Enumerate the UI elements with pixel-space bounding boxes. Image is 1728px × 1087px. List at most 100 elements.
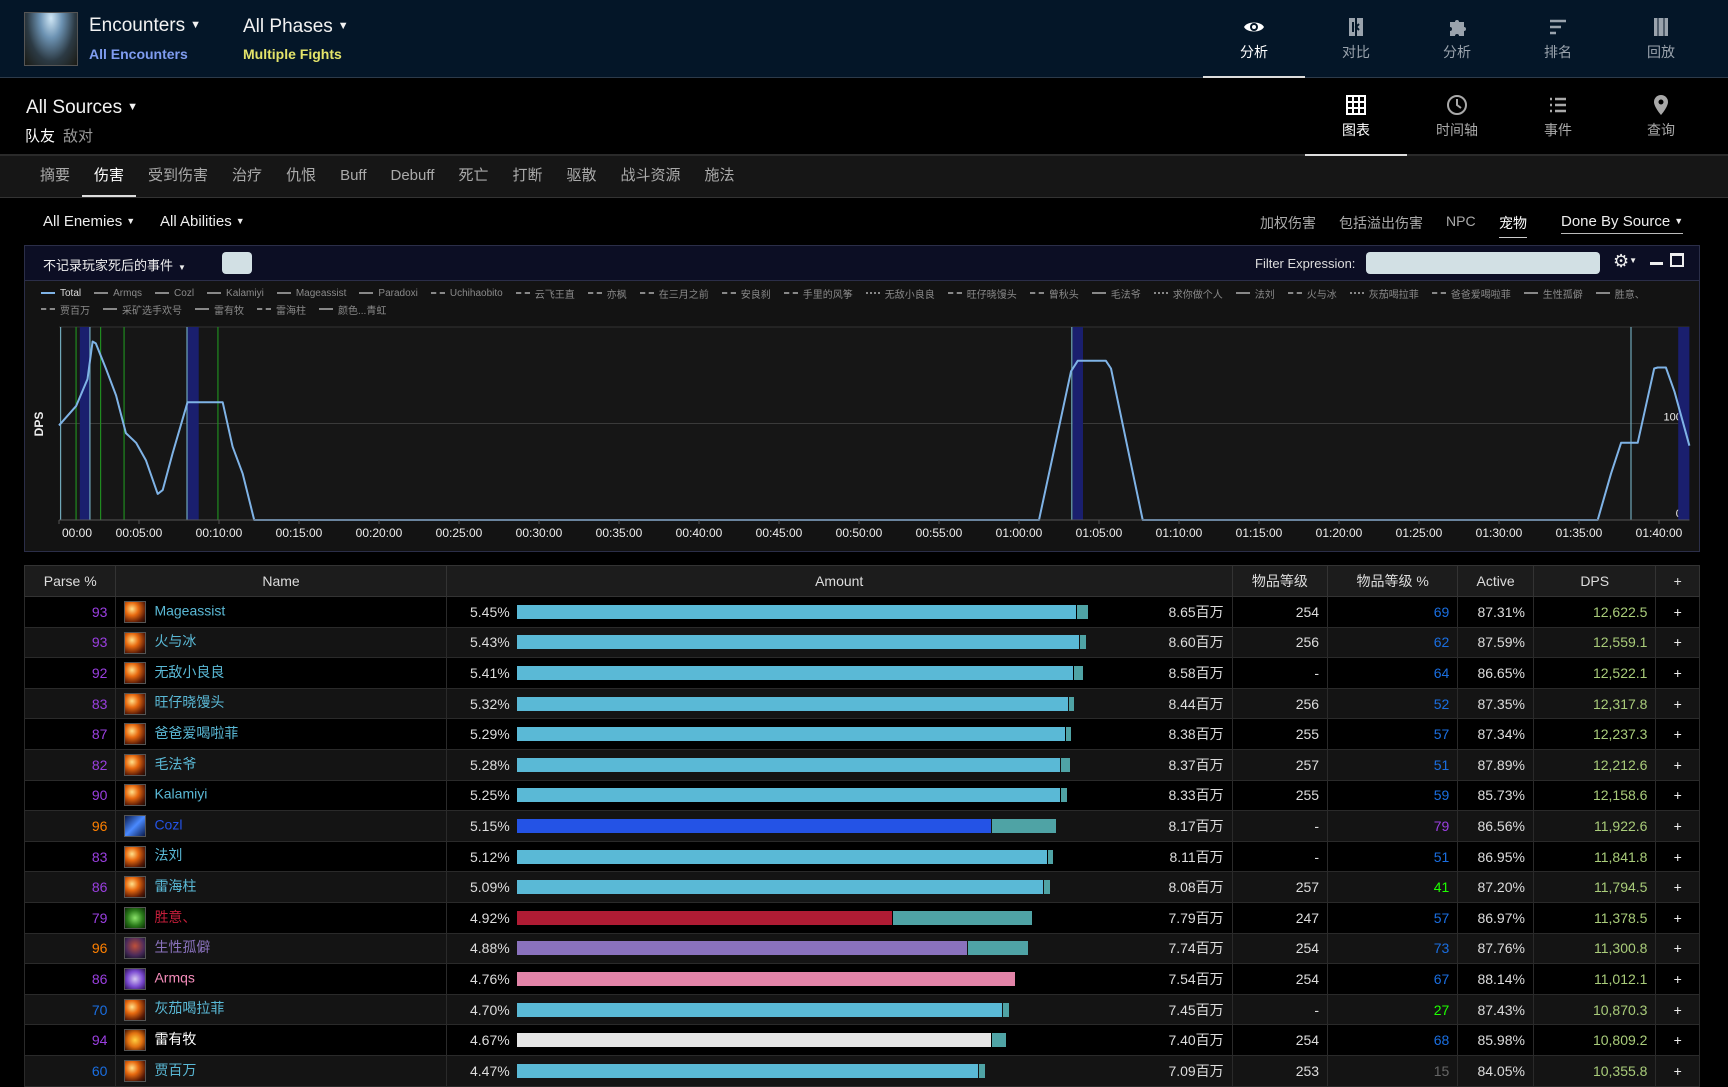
tab-1[interactable]: 伤害 xyxy=(82,156,137,197)
name-cell[interactable]: 灰茄喝拉菲 xyxy=(115,993,447,1026)
table-row[interactable]: 92 无敌小良良 5.41% 8.58百万 -64 86.65% 12,522.1 + xyxy=(23,657,1700,689)
table-row[interactable]: 90 Kalamiyi 5.25% 8.33百万 255 59 85.73% 12,158.6… xyxy=(23,779,1700,812)
expand-button[interactable]: + xyxy=(1655,779,1700,812)
expand-button[interactable]: + xyxy=(1655,748,1700,781)
tab-10[interactable]: 战斗资源 xyxy=(608,156,692,197)
option-toggle-1[interactable]: 包括溢出伤害 xyxy=(1339,213,1423,233)
tab-3[interactable]: 治疗 xyxy=(220,156,274,197)
table-row[interactable]: 70 灰茄喝拉菲 4.70% 7.45百万 -27 87.43% 10,870.3 + xyxy=(23,993,1700,1026)
name-cell[interactable]: 生性孤僻 xyxy=(115,932,447,965)
dps-chart[interactable]: 0k100k00:0000:05:0000:10:0000:15:0000:20… xyxy=(25,246,1701,553)
expand-button[interactable]: + xyxy=(1655,626,1700,659)
player-name[interactable]: 雷有牧 xyxy=(154,1031,196,1047)
expand-button[interactable]: + xyxy=(1655,657,1700,689)
player-name[interactable]: Kalamiyi xyxy=(154,786,207,802)
expand-button[interactable]: + xyxy=(1655,871,1700,903)
expand-button[interactable]: + xyxy=(1655,810,1700,842)
player-name[interactable]: 毛法爷 xyxy=(154,756,196,772)
expand-button[interactable]: + xyxy=(1655,901,1700,934)
tab-7[interactable]: 死亡 xyxy=(446,156,500,197)
name-cell[interactable]: 雷海柱 xyxy=(115,871,447,903)
name-cell[interactable]: 无敌小良良 xyxy=(115,657,447,689)
table-row[interactable]: 60 贾百万 4.47% 7.09百万 253 15 84.05% 10,355.8 + xyxy=(23,1054,1700,1087)
table-row[interactable]: 86 雷海柱 5.09% 8.08百万 257 41 87.20% 11,794.5 + xyxy=(23,871,1700,903)
player-name[interactable]: 爸爸爱喝啦菲 xyxy=(154,725,238,741)
name-cell[interactable]: 雷有牧 xyxy=(115,1024,447,1056)
column-header-6[interactable]: DPS xyxy=(1532,565,1657,597)
player-name[interactable]: 生性孤僻 xyxy=(154,939,210,955)
name-cell[interactable]: Cozl xyxy=(115,810,447,842)
name-cell[interactable]: 法刘 xyxy=(115,840,447,873)
nav-sort[interactable]: 排名 xyxy=(1507,0,1609,78)
column-header-1[interactable]: Name xyxy=(115,565,447,597)
expand-button[interactable]: + xyxy=(1655,596,1700,628)
player-name[interactable]: 法刘 xyxy=(154,847,182,863)
nav-puzzle[interactable]: 分析 xyxy=(1406,0,1508,78)
option-toggle-0[interactable]: 加权伤害 xyxy=(1260,213,1316,233)
player-name[interactable]: 雷海柱 xyxy=(154,878,196,894)
column-header-7[interactable]: + xyxy=(1655,565,1700,597)
column-header-2[interactable]: Amount xyxy=(445,565,1233,597)
table-row[interactable]: 79 胜意、 4.92% 7.79百万 247 57 86.97% 11,378.5 + xyxy=(23,901,1700,934)
name-cell[interactable]: Mageassist xyxy=(115,596,447,628)
player-name[interactable]: Armqs xyxy=(154,970,194,986)
abilities-dropdown[interactable]: All Abilities ▼ xyxy=(160,213,245,230)
enemies-dropdown[interactable]: All Enemies ▼ xyxy=(43,213,135,230)
phases-dropdown[interactable]: All Phases ▼ xyxy=(243,16,349,38)
encounters-dropdown[interactable]: Encounters ▼ xyxy=(89,15,201,37)
expand-button[interactable]: + xyxy=(1655,963,1700,995)
expand-button[interactable]: + xyxy=(1655,687,1700,720)
sources-dropdown[interactable]: All Sources ▼ xyxy=(26,97,138,119)
name-cell[interactable]: 旺仔晓馒头 xyxy=(115,687,447,720)
table-row[interactable]: 83 法刘 5.12% 8.11百万 -51 86.95% 11,841.8 + xyxy=(23,840,1700,873)
table-row[interactable]: 93 Mageassist 5.45% 8.65百万 254 69 87.31% 12,622… xyxy=(23,596,1700,628)
tab-5[interactable]: Buff xyxy=(328,156,378,197)
player-name[interactable]: 贾百万 xyxy=(154,1062,196,1078)
nav-eye[interactable]: 分析 xyxy=(1203,0,1305,78)
view-grid[interactable]: 图表 xyxy=(1305,78,1407,156)
tab-11[interactable]: 施法 xyxy=(693,156,747,197)
name-cell[interactable]: Kalamiyi xyxy=(115,779,447,812)
table-row[interactable]: 94 雷有牧 4.67% 7.40百万 254 68 85.98% 10,809.2 + xyxy=(23,1024,1700,1056)
table-row[interactable]: 93 火与冰 5.43% 8.60百万 256 62 87.59% 12,559.1 + xyxy=(23,626,1700,659)
player-name[interactable]: 无敌小良良 xyxy=(154,664,224,680)
expand-button[interactable]: + xyxy=(1655,718,1700,750)
player-name[interactable]: 旺仔晓馒头 xyxy=(154,694,224,710)
column-header-4[interactable]: 物品等级 % xyxy=(1327,565,1459,597)
tab-4[interactable]: 仇恨 xyxy=(274,156,328,197)
tab-9[interactable]: 驱散 xyxy=(554,156,608,197)
table-row[interactable]: 96 生性孤僻 4.88% 7.74百万 254 73 87.76% 11,300.8 + xyxy=(23,932,1700,965)
table-row[interactable]: 83 旺仔晓馒头 5.32% 8.44百万 256 52 87.35% 12,317.8 + xyxy=(23,687,1700,720)
table-row[interactable]: 86 Armqs 4.76% 7.54百万 254 67 88.14% 11,012.1 + xyxy=(23,963,1700,995)
view-map-pin[interactable]: 查询 xyxy=(1610,78,1712,156)
name-cell[interactable]: 爸爸爱喝啦菲 xyxy=(115,718,447,750)
option-toggle-3[interactable]: 宠物 xyxy=(1499,213,1527,238)
option-toggle-2[interactable]: NPC xyxy=(1446,213,1476,229)
nav-compare[interactable]: 对比 xyxy=(1305,0,1407,78)
tab-6[interactable]: Debuff xyxy=(379,156,447,197)
view-clock[interactable]: 时间轴 xyxy=(1406,78,1508,156)
expand-button[interactable]: + xyxy=(1655,1054,1700,1087)
expand-button[interactable]: + xyxy=(1655,840,1700,873)
table-row[interactable]: 96 Cozl 5.15% 8.17百万 -79 86.56% 11,922.6 + xyxy=(23,810,1700,842)
expand-button[interactable]: + xyxy=(1655,993,1700,1026)
name-cell[interactable]: 胜意、 xyxy=(115,901,447,934)
tab-0[interactable]: 摘要 xyxy=(28,156,82,197)
name-cell[interactable]: Armqs xyxy=(115,963,447,995)
player-name[interactable]: 火与冰 xyxy=(154,633,196,649)
tab-8[interactable]: 打断 xyxy=(500,156,554,197)
name-cell[interactable]: 火与冰 xyxy=(115,626,447,659)
done-by-dropdown[interactable]: Done By Source ▼ xyxy=(1561,213,1684,234)
player-name[interactable]: Mageassist xyxy=(154,603,225,619)
name-cell[interactable]: 贾百万 xyxy=(115,1054,447,1087)
all-encounters-link[interactable]: All Encounters xyxy=(89,46,188,62)
player-name[interactable]: Cozl xyxy=(154,817,182,833)
player-name[interactable]: 胜意、 xyxy=(154,909,196,925)
column-header-3[interactable]: 物品等级 xyxy=(1231,565,1329,597)
column-header-5[interactable]: Active xyxy=(1457,565,1534,597)
friendly-toggle[interactable]: 队友 xyxy=(25,125,55,146)
player-name[interactable]: 灰茄喝拉菲 xyxy=(154,1000,224,1016)
column-header-0[interactable]: Parse % xyxy=(23,565,117,597)
multiple-fights-link[interactable]: Multiple Fights xyxy=(243,46,342,62)
expand-button[interactable]: + xyxy=(1655,932,1700,965)
